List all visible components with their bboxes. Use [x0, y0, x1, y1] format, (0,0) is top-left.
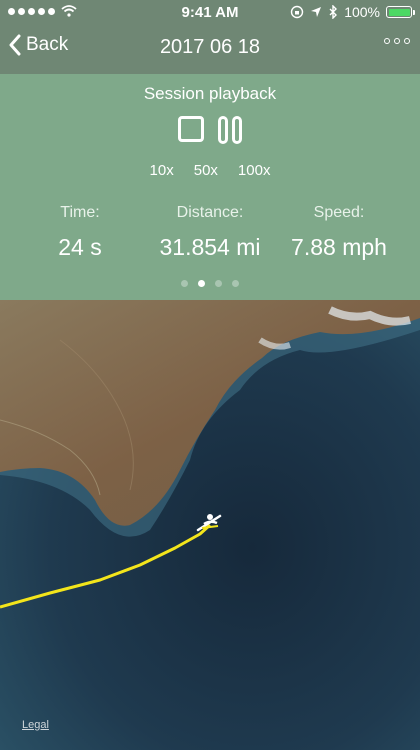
page-dot-active [198, 280, 205, 287]
pause-icon[interactable] [218, 116, 242, 144]
legal-link[interactable]: Legal [22, 719, 49, 731]
speed-options: 10x 50x 100x [0, 162, 420, 179]
stat-time: Time: 24 s [40, 204, 120, 261]
bluetooth-icon [329, 5, 338, 19]
page-dot [232, 280, 239, 287]
speed-100x-button[interactable]: 100x [238, 162, 271, 179]
playback-title: Session playback [143, 84, 277, 103]
stop-icon[interactable] [178, 116, 204, 142]
speed-value: 7.88 mph [291, 234, 387, 260]
page-dot [181, 280, 188, 287]
time-value: 24 s [58, 234, 102, 260]
speed-50x-button[interactable]: 50x [194, 162, 218, 179]
page-indicator[interactable] [0, 280, 420, 287]
satellite-map[interactable] [0, 300, 420, 750]
status-bar: 9:41 AM 100% [0, 0, 420, 26]
stat-distance: Distance: 31.854 mi [150, 204, 270, 261]
time-label: Time: [60, 204, 100, 221]
playback-controls [0, 116, 420, 144]
more-dots-icon[interactable] [384, 38, 410, 44]
location-arrow-icon [311, 7, 322, 17]
nav-bar: Back 2017 06 18 [0, 26, 420, 74]
distance-value: 31.854 mi [159, 234, 261, 260]
status-right: 100% [290, 4, 415, 20]
page-title: 2017 06 18 [159, 36, 261, 58]
distance-label: Distance: [176, 204, 244, 221]
battery-icon [386, 6, 415, 18]
stat-speed: Speed: 7.88 mph [284, 204, 394, 261]
lock-rotation-icon [290, 5, 304, 19]
speed-10x-button[interactable]: 10x [150, 162, 174, 179]
battery-percent: 100% [344, 4, 380, 20]
speed-label: Speed: [313, 204, 365, 221]
page-dot [215, 280, 222, 287]
